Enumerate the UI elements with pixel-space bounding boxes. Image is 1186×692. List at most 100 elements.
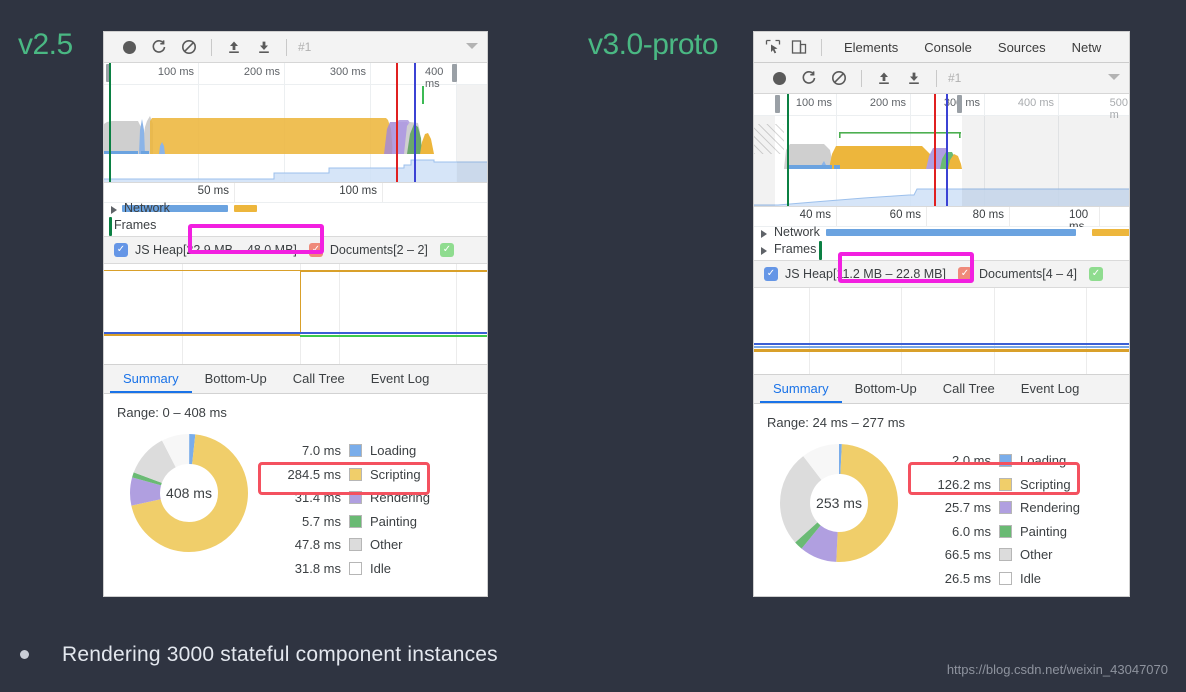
legend-row: 5.7 ms Painting bbox=[275, 510, 430, 534]
clear-icon[interactable] bbox=[824, 66, 854, 90]
track-label: Frames bbox=[774, 242, 817, 256]
track-frames-left[interactable]: Frames bbox=[104, 217, 487, 236]
legend-label: Other bbox=[370, 537, 403, 553]
overview-graph-right[interactable] bbox=[754, 94, 1129, 206]
track-label: Network bbox=[124, 201, 170, 215]
legend-row: 7.0 ms Loading bbox=[275, 439, 430, 463]
legend-value: 5.7 ms bbox=[301, 513, 341, 529]
download-icon[interactable] bbox=[249, 35, 279, 59]
tab-bottom-up-left[interactable]: Bottom-Up bbox=[192, 365, 280, 393]
expand-arrow-icon[interactable] bbox=[761, 247, 767, 255]
js-heap-counter-label: JS Heap[11.2 MB – 22.8 MB] bbox=[785, 267, 946, 281]
record-icon[interactable] bbox=[114, 35, 144, 59]
overview-dim-region bbox=[457, 85, 487, 182]
tab-bottom-up-right[interactable]: Bottom-Up bbox=[842, 375, 930, 403]
nodes-checkbox[interactable]: ✓ bbox=[1088, 267, 1103, 281]
legend-label: Painting bbox=[370, 513, 417, 529]
overview-dim-region-right bbox=[962, 116, 1129, 206]
bottom-tabs-left[interactable]: Summary Bottom-Up Call Tree Event Log bbox=[104, 364, 487, 394]
tab-call-tree-left[interactable]: Call Tree bbox=[280, 365, 358, 393]
performance-recorder-toolbar-right: #1 bbox=[754, 63, 1129, 94]
first-paint-marker bbox=[934, 94, 936, 206]
legend-value: 7.0 ms bbox=[301, 443, 341, 459]
bottom-tabs-right[interactable]: Summary Bottom-Up Call Tree Event Log bbox=[754, 374, 1129, 404]
track-network-left[interactable]: Network bbox=[104, 201, 487, 217]
legend-label: Painting bbox=[1020, 523, 1067, 539]
overview-pane-left[interactable]: 100 ms 200 ms 300 ms 400 ms bbox=[104, 63, 487, 183]
donut-total-right: 253 ms bbox=[816, 495, 862, 511]
documents-checkbox[interactable]: ✓ bbox=[957, 267, 972, 281]
counter-graph-right bbox=[754, 288, 1129, 374]
tab-network[interactable]: Netw bbox=[1059, 32, 1115, 63]
overview-selection-handle-right[interactable] bbox=[957, 95, 962, 113]
reload-icon[interactable] bbox=[794, 66, 824, 90]
legend-row: 31.4 ms Rendering bbox=[275, 486, 430, 510]
legend-swatch-idle bbox=[349, 561, 362, 575]
recording-selector-value[interactable]: #1 bbox=[294, 40, 311, 54]
tab-summary-left[interactable]: Summary bbox=[110, 365, 192, 393]
devtools-tabstrip[interactable]: Elements Console Sources Netw bbox=[754, 32, 1129, 63]
track-network-right[interactable]: Network bbox=[754, 225, 1129, 241]
tab-call-tree-right[interactable]: Call Tree bbox=[930, 375, 1008, 403]
timeline-ruler-right: 40 ms 60 ms 80 ms 100 ms bbox=[754, 207, 1129, 233]
heap-area-graph bbox=[104, 159, 487, 182]
track-label: Network bbox=[774, 225, 820, 239]
overview-pane-right[interactable]: 100 ms 200 ms 300 ms 400 ms 500 m bbox=[754, 94, 1129, 207]
overview-tick: 300 ms bbox=[943, 97, 980, 109]
cpu-activity-graph bbox=[104, 116, 434, 154]
counters-row-left[interactable]: ✓ JS Heap[22.9 MB – 48.0 MB] ✓ Documents… bbox=[104, 236, 487, 264]
legend-swatch-rendering bbox=[349, 491, 362, 505]
legend-value: 25.7 ms bbox=[944, 500, 991, 516]
overview-selection-handle-right[interactable] bbox=[452, 64, 457, 82]
clear-icon[interactable] bbox=[174, 35, 204, 59]
track-frames-right[interactable]: Frames bbox=[754, 241, 1129, 260]
legend-row: 2.0 ms Loading bbox=[925, 449, 1080, 473]
js-heap-checkbox[interactable]: ✓ bbox=[114, 243, 128, 257]
tab-event-log-left[interactable]: Event Log bbox=[358, 365, 443, 393]
dropdown-caret-icon[interactable] bbox=[466, 43, 478, 49]
reload-icon[interactable] bbox=[144, 35, 174, 59]
first-paint-marker bbox=[396, 63, 398, 182]
documents-checkbox[interactable]: ✓ bbox=[308, 243, 323, 257]
documents-counter-label: Documents[2 – 2] bbox=[329, 243, 428, 257]
nodes-checkbox[interactable]: ✓ bbox=[439, 243, 454, 257]
legend-label: Loading bbox=[1020, 453, 1067, 469]
tab-sources[interactable]: Sources bbox=[985, 32, 1059, 63]
summary-legend-right: 2.0 ms Loading 126.2 ms Scripting 25.7 m… bbox=[925, 449, 1080, 590]
legend-value: 31.4 ms bbox=[294, 490, 341, 506]
summary-pane-left: Range: 0 – 408 ms 408 ms 7.0 ms Loading … bbox=[104, 394, 487, 580]
legend-row: 31.8 ms Idle bbox=[275, 557, 430, 581]
download-icon[interactable] bbox=[899, 66, 929, 90]
summary-pane-right: Range: 24 ms – 277 ms 253 ms 2.0 ms Load… bbox=[754, 404, 1129, 590]
recording-selector-value[interactable]: #1 bbox=[944, 71, 961, 85]
tab-elements[interactable]: Elements bbox=[831, 32, 911, 63]
overview-selection-handle-left[interactable] bbox=[775, 95, 780, 113]
upload-icon[interactable] bbox=[869, 66, 899, 90]
timeline-tick: 40 ms bbox=[799, 209, 831, 221]
legend-swatch-scripting bbox=[999, 477, 1012, 491]
inspect-element-icon[interactable] bbox=[760, 35, 786, 59]
record-icon[interactable] bbox=[764, 66, 794, 90]
dropdown-caret-icon[interactable] bbox=[1108, 74, 1120, 80]
tab-summary-right[interactable]: Summary bbox=[760, 375, 842, 403]
version-label-right: v3.0-proto bbox=[588, 28, 719, 61]
expand-arrow-icon[interactable] bbox=[761, 230, 767, 238]
counters-row-right[interactable]: ✓ JS Heap[11.2 MB – 22.8 MB] ✓ Documents… bbox=[754, 260, 1129, 288]
legend-row: 47.8 ms Other bbox=[275, 533, 430, 557]
legend-swatch-idle bbox=[999, 571, 1012, 585]
legend-label: Scripting bbox=[370, 466, 421, 482]
overview-graph-left[interactable] bbox=[104, 63, 487, 182]
upload-icon[interactable] bbox=[219, 35, 249, 59]
track-label: Frames bbox=[114, 218, 157, 232]
timeline-ruler-left: 50 ms 100 ms bbox=[104, 183, 487, 203]
counter-graph-left bbox=[104, 264, 487, 364]
timeline-tick: 80 ms bbox=[972, 209, 1004, 221]
overview-dim-region-left bbox=[754, 116, 775, 206]
tab-event-log-right[interactable]: Event Log bbox=[1008, 375, 1093, 403]
legend-row: 25.7 ms Rendering bbox=[925, 496, 1080, 520]
expand-arrow-icon[interactable] bbox=[111, 206, 117, 214]
js-heap-checkbox[interactable]: ✓ bbox=[764, 267, 778, 281]
tab-console[interactable]: Console bbox=[911, 32, 985, 63]
device-toolbar-icon[interactable] bbox=[786, 35, 812, 59]
legend-row: 26.5 ms Idle bbox=[925, 567, 1080, 591]
